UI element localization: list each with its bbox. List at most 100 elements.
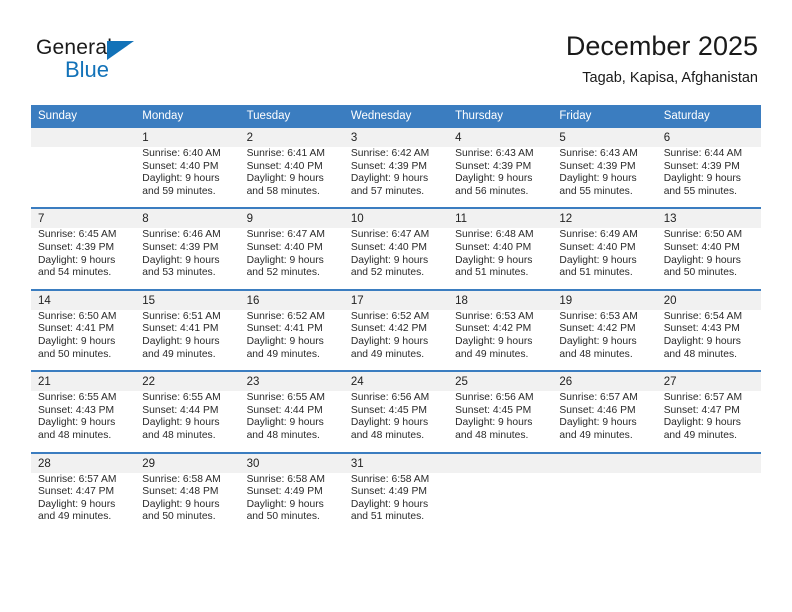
day-number-29[interactable]: 29 xyxy=(135,452,240,473)
sunrise-text: Sunrise: 6:52 AM xyxy=(246,310,325,322)
day-number-26[interactable]: 26 xyxy=(552,371,657,392)
day-number-15[interactable]: 15 xyxy=(135,289,240,310)
day-number-19[interactable]: 19 xyxy=(552,289,657,310)
day-cell-23: Sunrise: 6:55 AM Sunset: 4:44 PM Daylight:… xyxy=(239,391,344,452)
day-number-17[interactable]: 17 xyxy=(343,289,449,310)
page-title: December 2025 xyxy=(565,31,758,61)
day-number-1[interactable]: 1 xyxy=(135,127,240,147)
day-number-4[interactable]: 4 xyxy=(448,127,553,147)
day-cell-8: Sunrise: 6:46 AM Sunset: 4:39 PM Daylight:… xyxy=(135,228,240,290)
sunset-text: Sunset: 4:39 PM xyxy=(38,241,115,253)
day-number-9[interactable]: 9 xyxy=(239,208,344,229)
daylight-text: Daylight: 9 hours xyxy=(38,417,116,429)
day-cell-22: Sunrise: 6:55 AM Sunset: 4:44 PM Daylight:… xyxy=(135,391,240,452)
day-number-20[interactable]: 20 xyxy=(656,289,761,310)
daylight-text: and 55 minutes. xyxy=(559,185,633,197)
sunrise-text: Sunrise: 6:49 AM xyxy=(559,229,638,241)
general-blue-logo[interactable]: General Blue xyxy=(36,36,216,88)
daylight-text: and 50 minutes. xyxy=(663,267,737,279)
day-number-8[interactable]: 8 xyxy=(135,208,240,229)
day-number-30[interactable]: 30 xyxy=(239,452,344,473)
sunrise-text: Sunrise: 6:55 AM xyxy=(38,392,117,404)
daylight-text: and 59 minutes. xyxy=(142,185,216,197)
sunset-text: Sunset: 4:44 PM xyxy=(142,404,219,416)
daylight-text: and 54 minutes. xyxy=(38,267,112,279)
daylight-text: and 51 minutes. xyxy=(350,511,425,523)
day-cell-5: Sunrise: 6:43 AM Sunset: 4:39 PM Daylight:… xyxy=(552,147,657,208)
daylight-text: Daylight: 9 hours xyxy=(246,417,324,429)
day-cell-empty xyxy=(656,472,761,533)
weekday-header-tuesday: Tuesday xyxy=(239,105,344,128)
day-cell-7: Sunrise: 6:45 AM Sunset: 4:39 PM Daylight:… xyxy=(31,228,136,290)
day-number-11[interactable]: 11 xyxy=(448,208,553,229)
daylight-text: and 49 minutes. xyxy=(559,429,633,441)
day-number-2[interactable]: 2 xyxy=(239,127,344,147)
day-number-28[interactable]: 28 xyxy=(31,452,136,473)
sunset-text: Sunset: 4:40 PM xyxy=(246,241,323,253)
day-number-12[interactable]: 12 xyxy=(552,208,657,229)
day-number-5[interactable]: 5 xyxy=(552,127,657,147)
day-number-16[interactable]: 16 xyxy=(239,289,344,310)
daylight-text: and 49 minutes. xyxy=(142,348,216,360)
sunset-text: Sunset: 4:43 PM xyxy=(663,323,740,335)
day-cell-11: Sunrise: 6:48 AM Sunset: 4:40 PM Daylight:… xyxy=(448,228,553,290)
day-cell-30: Sunrise: 6:58 AM Sunset: 4:49 PM Daylight:… xyxy=(239,472,344,533)
day-cell-19: Sunrise: 6:53 AM Sunset: 4:42 PM Daylight:… xyxy=(552,309,657,371)
daylight-text: and 52 minutes. xyxy=(246,267,320,279)
day-number-18[interactable]: 18 xyxy=(448,289,553,310)
day-number-31[interactable]: 31 xyxy=(343,452,449,473)
weekday-header-monday: Monday xyxy=(135,105,240,128)
sunrise-text: Sunrise: 6:58 AM xyxy=(142,473,221,485)
day-number-empty xyxy=(31,127,136,147)
sunset-text: Sunset: 4:41 PM xyxy=(38,323,115,335)
week-daynumber-row: 123456 xyxy=(31,127,761,147)
daylight-text: Daylight: 9 hours xyxy=(559,254,637,266)
day-number-21[interactable]: 21 xyxy=(31,371,136,392)
daylight-text: and 49 minutes. xyxy=(663,429,737,441)
daylight-text: and 48 minutes. xyxy=(663,348,737,360)
daylight-text: and 52 minutes. xyxy=(350,267,425,279)
daylight-text: and 50 minutes. xyxy=(142,511,216,523)
daylight-text: and 48 minutes. xyxy=(350,429,425,441)
day-number-22[interactable]: 22 xyxy=(135,371,240,392)
day-number-6[interactable]: 6 xyxy=(656,127,761,147)
sunset-text: Sunset: 4:49 PM xyxy=(350,486,427,498)
daylight-text: and 50 minutes. xyxy=(38,348,112,360)
day-number-24[interactable]: 24 xyxy=(343,371,449,392)
daylight-text: Daylight: 9 hours xyxy=(455,254,533,266)
daylight-text: Daylight: 9 hours xyxy=(38,254,116,266)
sunrise-text: Sunrise: 6:47 AM xyxy=(350,229,430,241)
sunrise-text: Sunrise: 6:55 AM xyxy=(246,392,325,404)
weekday-header-friday: Friday xyxy=(552,105,657,128)
day-cell-2: Sunrise: 6:41 AM Sunset: 4:40 PM Daylight:… xyxy=(239,147,344,208)
sunrise-text: Sunrise: 6:50 AM xyxy=(38,310,117,322)
daylight-text: Daylight: 9 hours xyxy=(559,417,637,429)
day-number-14[interactable]: 14 xyxy=(31,289,136,310)
daylight-text: Daylight: 9 hours xyxy=(142,498,220,510)
day-cell-empty xyxy=(448,472,553,533)
daylight-text: and 56 minutes. xyxy=(455,185,529,197)
day-number-10[interactable]: 10 xyxy=(343,208,449,229)
sunrise-text: Sunrise: 6:54 AM xyxy=(663,310,743,322)
day-cell-empty xyxy=(31,147,136,208)
daylight-text: Daylight: 9 hours xyxy=(38,335,116,347)
day-number-13[interactable]: 13 xyxy=(656,208,761,229)
sunset-text: Sunset: 4:45 PM xyxy=(455,404,532,416)
day-number-23[interactable]: 23 xyxy=(239,371,344,392)
day-number-3[interactable]: 3 xyxy=(343,127,449,147)
day-number-27[interactable]: 27 xyxy=(656,371,761,392)
day-cell-18: Sunrise: 6:53 AM Sunset: 4:42 PM Daylight:… xyxy=(448,309,553,371)
week-detail-row: Sunrise: 6:40 AM Sunset: 4:40 PM Daylight:… xyxy=(31,147,761,208)
day-number-25[interactable]: 25 xyxy=(448,371,553,392)
day-number-7[interactable]: 7 xyxy=(31,208,136,229)
sunrise-text: Sunrise: 6:46 AM xyxy=(142,229,221,241)
daylight-text: and 49 minutes. xyxy=(246,348,320,360)
daylight-text: Daylight: 9 hours xyxy=(350,498,429,510)
daylight-text: and 55 minutes. xyxy=(663,185,737,197)
weekday-header-saturday: Saturday xyxy=(656,105,761,128)
calendar-table: Sunday Monday Tuesday Wednesday Thursday Frid… xyxy=(31,105,761,533)
sunset-text: Sunset: 4:40 PM xyxy=(663,241,740,253)
sunrise-text: Sunrise: 6:42 AM xyxy=(350,148,430,159)
sunset-text: Sunset: 4:47 PM xyxy=(663,404,740,416)
day-cell-26: Sunrise: 6:57 AM Sunset: 4:46 PM Daylight:… xyxy=(552,391,657,452)
